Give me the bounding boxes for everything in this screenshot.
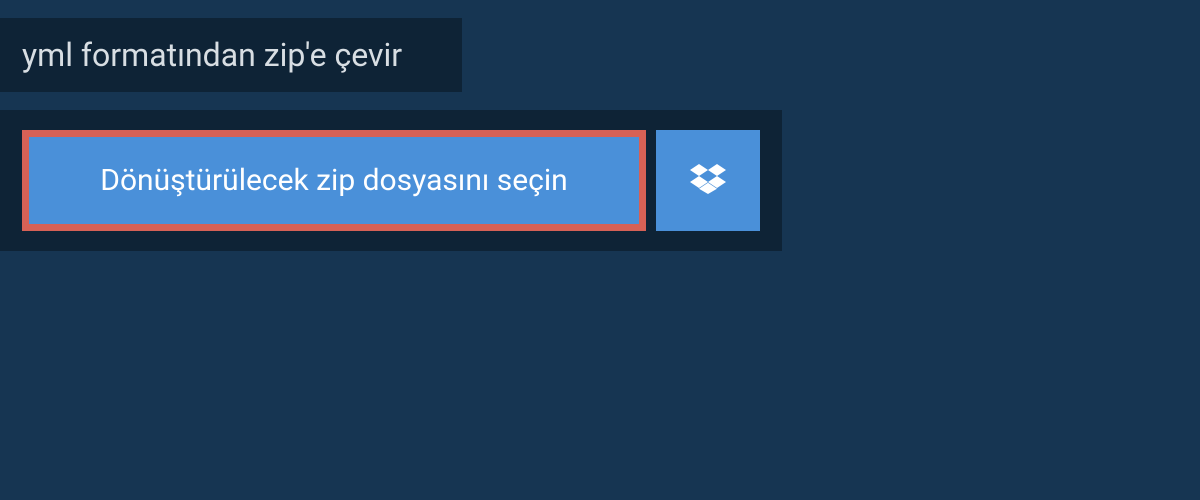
dropbox-icon bbox=[690, 161, 726, 201]
header-bar: yml formatından zip'e çevir bbox=[0, 18, 462, 92]
action-panel: Dönüştürülecek zip dosyasını seçin bbox=[0, 110, 782, 251]
select-file-button[interactable]: Dönüştürülecek zip dosyasını seçin bbox=[22, 130, 646, 231]
page-title: yml formatından zip'e çevir bbox=[22, 36, 402, 74]
select-file-label: Dönüştürülecek zip dosyasını seçin bbox=[100, 163, 567, 198]
dropbox-button[interactable] bbox=[656, 130, 760, 231]
